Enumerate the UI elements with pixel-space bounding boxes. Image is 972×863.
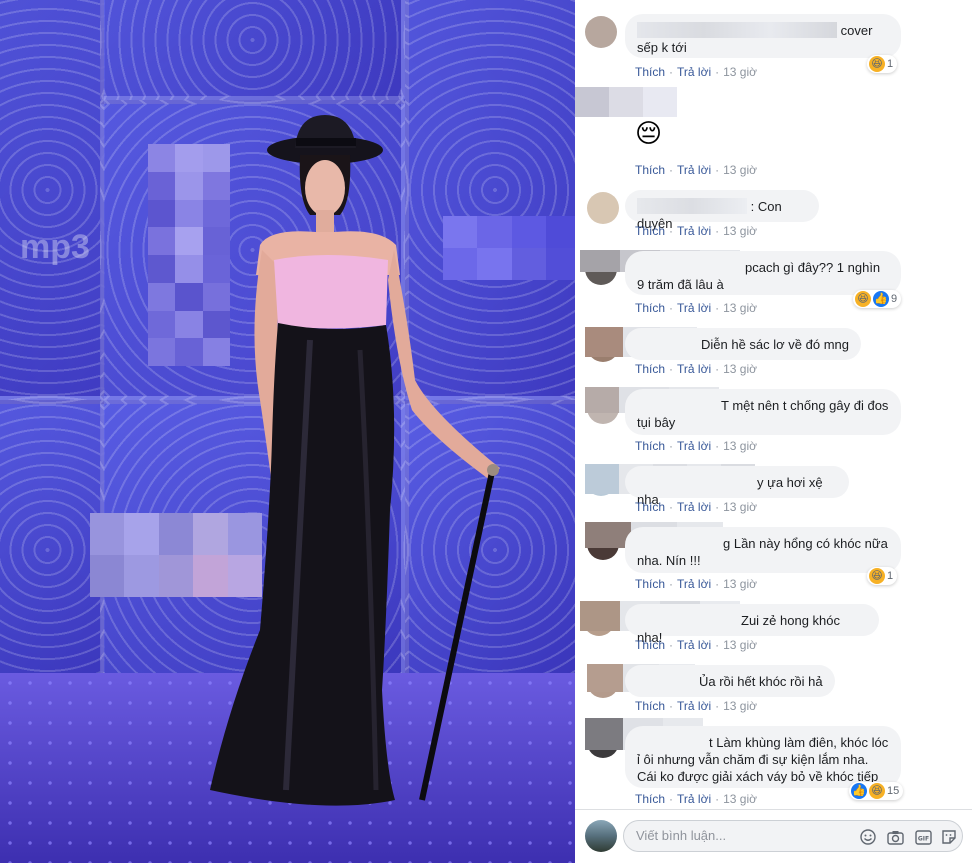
comment-text: g Lần này hổng có khóc nữa nha. Nín !!! <box>637 536 888 568</box>
stage-text: mp3 <box>20 228 90 266</box>
reaction-count: 15 <box>887 785 900 797</box>
comment-text: pcach gì đây?? 1 nghìn 9 trăm đã lâu à <box>637 260 881 292</box>
like-link[interactable]: Thích <box>635 500 665 514</box>
timestamp[interactable]: 13 giờ <box>723 792 757 806</box>
author-name-blurred[interactable] <box>575 87 677 117</box>
avatar[interactable] <box>585 16 617 48</box>
comment-actions: Thích · Trả lời · 13 giờ <box>635 577 757 591</box>
comment-actions: Thích · Trả lời · 13 giờ <box>635 792 757 806</box>
comment-text: Ủa rồi hết khóc rồi hả <box>699 674 823 689</box>
reply-link[interactable]: Trả lời <box>677 65 711 79</box>
comment-bubble: Zui zẻ hong khóc nha! <box>625 604 879 645</box>
timestamp[interactable]: 13 giờ <box>723 224 757 238</box>
timestamp[interactable]: 13 giờ <box>723 301 757 315</box>
like-link[interactable]: Thích <box>635 65 665 79</box>
comment-actions: Thích · Trả lời · 13 giờ <box>635 439 757 453</box>
comment-bubble: pcach gì đây?? 1 nghìn 9 trăm đã lâu à <box>625 251 901 295</box>
comment-actions: Thích · Trả lời · 13 giờ <box>635 163 757 177</box>
comment-input[interactable] <box>636 828 806 843</box>
comment-actions: Thích · Trả lời · 13 giờ <box>635 699 757 713</box>
comment-actions: Thích · Trả lời · 13 giờ <box>635 362 757 376</box>
like-link[interactable]: Thích <box>635 362 665 376</box>
comment-bubble: Diễn hề sác lơ về đó mng <box>625 328 861 360</box>
reply-link[interactable]: Trả lời <box>677 500 711 514</box>
comment-bubble: : Con duyên <box>625 190 819 231</box>
timestamp[interactable]: 13 giờ <box>723 699 757 713</box>
timestamp[interactable]: 13 giờ <box>723 163 757 177</box>
camera-icon[interactable] <box>886 828 904 846</box>
reply-link[interactable]: Trả lời <box>677 699 711 713</box>
author-name-blurred[interactable] <box>637 198 747 214</box>
like-link[interactable]: Thích <box>635 638 665 652</box>
like-icon: 👍 <box>873 291 889 307</box>
timestamp[interactable]: 13 giờ <box>723 65 757 79</box>
reply-link[interactable]: Trả lời <box>677 792 711 806</box>
like-link[interactable]: Thích <box>635 163 665 177</box>
timestamp[interactable]: 13 giờ <box>723 439 757 453</box>
comment-bubble: g Lần này hổng có khóc nữa nha. Nín !!! <box>625 527 901 573</box>
reply-link[interactable]: Trả lời <box>677 577 711 591</box>
like-icon: 👍 <box>851 783 867 799</box>
author-name-blurred[interactable] <box>637 22 837 38</box>
stage-panel <box>0 0 105 400</box>
timestamp[interactable]: 13 giờ <box>723 577 757 591</box>
reaction-badge[interactable]: 😆 1 <box>867 55 898 73</box>
comment-composer: GIF <box>575 809 972 863</box>
reaction-badge[interactable]: 👍 😆 15 <box>849 782 904 800</box>
reply-link[interactable]: Trả lời <box>677 301 711 315</box>
reply-link[interactable]: Trả lời <box>677 163 711 177</box>
like-link[interactable]: Thích <box>635 699 665 713</box>
like-link[interactable]: Thích <box>635 439 665 453</box>
comments-panel: cover sếp k tới Thích · Trả lời · 13 giờ 😆 1… <box>575 0 972 863</box>
comment-text: t Làm khùng làm điên, khóc lóc ỉ ôi nhưn… <box>637 735 889 784</box>
comment-bubble: t Làm khùng làm điên, khóc lóc ỉ ôi nhưn… <box>625 726 901 788</box>
haha-icon: 😆 <box>869 568 885 584</box>
post-viewer: mp3 cover sếp k tới Thích · Trả lời · 13… <box>0 0 972 863</box>
comment-emoji: 😔 <box>635 118 663 148</box>
current-user-avatar[interactable] <box>585 820 617 852</box>
timestamp[interactable]: 13 giờ <box>723 362 757 376</box>
haha-icon: 😆 <box>869 783 885 799</box>
reaction-badge[interactable]: 😆 1 <box>867 567 898 585</box>
model-figure <box>210 115 500 806</box>
like-link[interactable]: Thích <box>635 224 665 238</box>
timestamp[interactable]: 13 giờ <box>723 638 757 652</box>
gif-icon[interactable]: GIF <box>914 828 932 846</box>
haha-icon: 😆 <box>869 56 885 72</box>
comment-text: Diễn hề sác lơ về đó mng <box>701 337 849 352</box>
comment-bubble: Ủa rồi hết khóc rồi hả <box>625 665 835 697</box>
stage-panel <box>100 0 405 100</box>
comment-actions: Thích · Trả lời · 13 giờ <box>635 224 757 238</box>
reaction-count: 9 <box>891 293 898 305</box>
comment-bubble: cover sếp k tới <box>625 14 901 58</box>
reply-link[interactable]: Trả lời <box>677 638 711 652</box>
sticker-icon[interactable] <box>940 828 958 846</box>
reaction-badge[interactable]: 😆 👍 9 <box>853 290 902 308</box>
comment-actions: Thích · Trả lời · 13 giờ <box>635 638 757 652</box>
like-link[interactable]: Thích <box>635 301 665 315</box>
comment-bubble: y ựa hơi xệ nha <box>625 466 849 507</box>
post-photo[interactable]: mp3 <box>0 0 575 863</box>
reaction-count: 1 <box>887 58 894 70</box>
like-link[interactable]: Thích <box>635 577 665 591</box>
haha-icon: 😆 <box>855 291 871 307</box>
reaction-count: 1 <box>887 570 894 582</box>
reply-link[interactable]: Trả lời <box>677 439 711 453</box>
comment-text: T mệt nên t chống gây đi đos tụi bây <box>637 398 889 430</box>
reply-link[interactable]: Trả lời <box>677 224 711 238</box>
comment-input-box[interactable]: GIF <box>623 820 963 852</box>
timestamp[interactable]: 13 giờ <box>723 500 757 514</box>
like-link[interactable]: Thích <box>635 792 665 806</box>
emoji-icon[interactable] <box>859 828 877 846</box>
comment-bubble: T mệt nên t chống gây đi đos tụi bây <box>625 389 901 435</box>
reply-link[interactable]: Trả lời <box>677 362 711 376</box>
comment-actions: Thích · Trả lời · 13 giờ <box>635 65 757 79</box>
comment-actions: Thích · Trả lời · 13 giờ <box>635 500 757 514</box>
svg-text:GIF: GIF <box>917 835 928 842</box>
avatar[interactable] <box>587 192 619 224</box>
comment-actions: Thích · Trả lời · 13 giờ <box>635 301 757 315</box>
